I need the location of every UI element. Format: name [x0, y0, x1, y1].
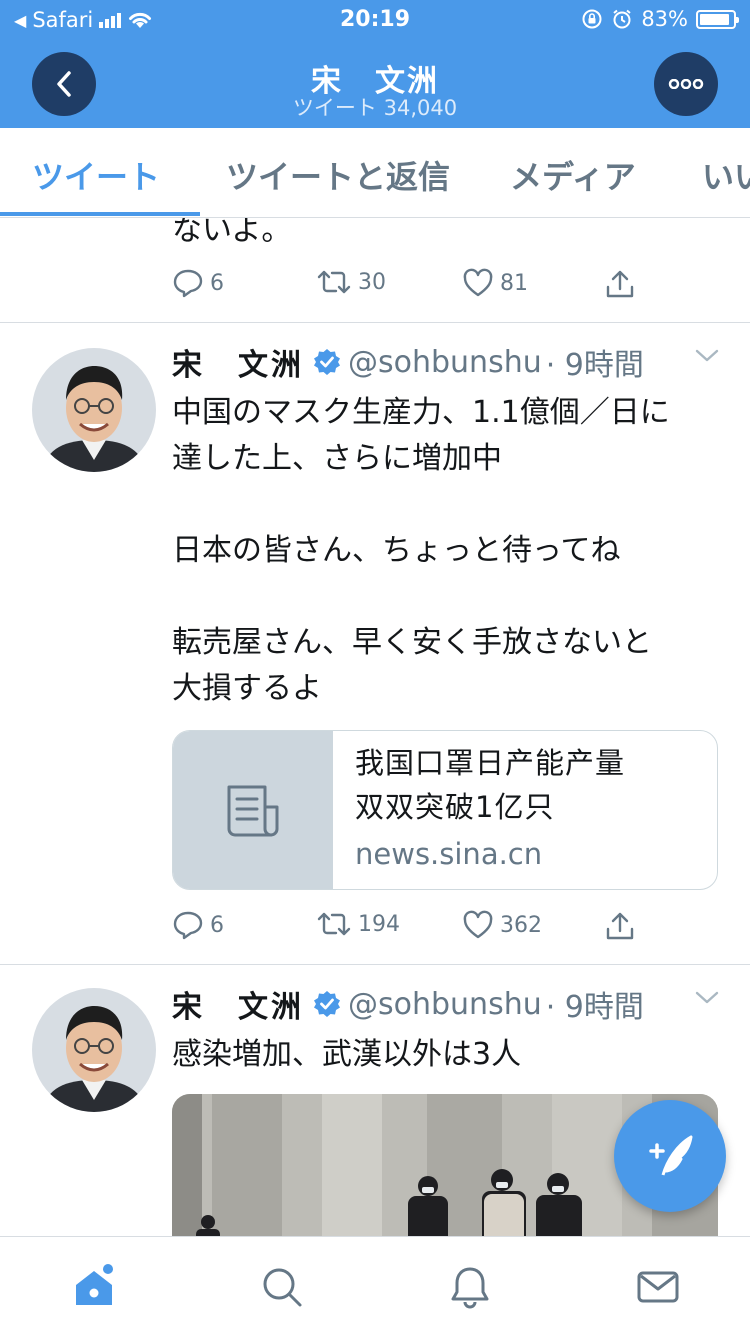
more-horizontal-icon — [668, 79, 704, 89]
like-count: 362 — [500, 912, 542, 938]
compose-tweet-icon — [649, 1135, 693, 1176]
reply-count: 6 — [210, 270, 224, 296]
tweet-count: ツイート 34,040 — [292, 96, 458, 120]
retweet-button[interactable]: 194 — [316, 910, 400, 938]
tweet-header: 宋 文洲 @sohbunshu · 9時間 — [172, 340, 720, 384]
tweet-text: ないよ。 — [172, 218, 292, 248]
tab-media[interactable]: メディア — [510, 152, 636, 198]
heart-icon — [463, 910, 493, 939]
link-card[interactable]: 我国口罩日产能产量 双双突破1亿只 news.sina.cn — [172, 730, 718, 890]
tweet-divider — [0, 322, 750, 323]
retweet-count: 30 — [358, 269, 386, 295]
avatar-photo — [32, 988, 156, 1112]
bottom-nav — [0, 1236, 750, 1334]
author-handle[interactable]: @sohbunshu — [348, 987, 542, 1022]
reply-icon — [173, 911, 203, 940]
notifications-icon — [451, 1267, 489, 1309]
retweet-count: 194 — [358, 911, 400, 937]
retweet-icon — [317, 270, 351, 294]
share-button[interactable] — [604, 910, 636, 942]
avatar[interactable] — [32, 348, 156, 472]
tab-likes[interactable]: いい — [702, 152, 750, 198]
chevron-down-icon[interactable] — [694, 990, 720, 1006]
active-tab-indicator — [0, 212, 200, 216]
battery-icon — [696, 9, 739, 29]
avatar[interactable] — [32, 988, 156, 1112]
reply-button[interactable]: 6 — [172, 268, 224, 298]
tweet-text: 中国のマスク生産力、1.1億個／日に 達した上、さらに増加中 日本の皆さん、ちょ… — [172, 395, 670, 706]
messages-icon — [637, 1271, 679, 1303]
tweet-feed[interactable]: ないよ。 6 30 81 宋 文洲 @sohbunshu · 9時間 中国のマス… — [0, 218, 750, 1236]
orientation-lock-icon — [582, 9, 602, 29]
tweet-time[interactable]: · 9時間 — [546, 340, 644, 384]
tab-tweets-and-replies[interactable]: ツイートと返信 — [226, 152, 450, 198]
reply-count: 6 — [210, 912, 224, 938]
home-icon — [76, 1264, 113, 1305]
nav-messages[interactable] — [634, 1263, 682, 1311]
article-icon — [227, 785, 279, 837]
nav-home[interactable] — [70, 1263, 118, 1311]
chevron-down-icon[interactable] — [694, 348, 720, 364]
status-right: 83% — [581, 7, 739, 31]
tweet-actions: 6 194 362 — [172, 910, 652, 950]
search-icon — [263, 1268, 302, 1307]
tweet-actions: 6 30 81 — [172, 268, 652, 308]
status-bar: ◀ Safari 20:19 83% — [0, 0, 750, 40]
alarm-icon — [613, 9, 631, 29]
share-button[interactable] — [604, 268, 636, 300]
share-icon — [606, 912, 634, 940]
verified-badge-icon — [314, 991, 340, 1017]
heart-icon — [463, 268, 493, 297]
author-name[interactable]: 宋 文洲 — [172, 340, 304, 384]
tweet-time[interactable]: · 9時間 — [546, 982, 644, 1026]
tweet-text: 感染増加、武漢以外は3人 — [172, 1037, 522, 1072]
author-name[interactable]: 宋 文洲 — [172, 982, 304, 1026]
top-bar: ◀ Safari 20:19 83% 宋 文洲 ツイート 34,040 — [0, 0, 750, 128]
like-button[interactable]: 362 — [462, 910, 542, 940]
nav-notifications[interactable] — [446, 1263, 494, 1311]
verified-badge-icon — [314, 349, 340, 375]
compose-tweet-button[interactable] — [614, 1100, 726, 1212]
author-handle[interactable]: @sohbunshu — [348, 345, 542, 380]
avatar-photo — [32, 348, 156, 472]
card-title: 我国口罩日产能产量 双双突破1亿只 — [355, 746, 626, 824]
reply-button[interactable]: 6 — [172, 910, 224, 940]
tweet-header: 宋 文洲 @sohbunshu · 9時間 — [172, 982, 720, 1026]
profile-tabs: ツイート ツイートと返信 メディア いい — [0, 128, 750, 218]
more-button[interactable] — [654, 52, 718, 116]
card-thumbnail — [173, 731, 333, 889]
battery-percent: 83% — [641, 7, 688, 31]
tweet-divider — [0, 964, 750, 965]
share-icon — [606, 270, 634, 298]
like-count: 81 — [500, 270, 528, 296]
tab-tweets[interactable]: ツイート — [32, 152, 160, 198]
like-button[interactable]: 81 — [462, 268, 528, 298]
card-domain: news.sina.cn — [355, 837, 543, 871]
nav-search[interactable] — [258, 1263, 306, 1311]
reply-icon — [173, 269, 203, 298]
retweet-button[interactable]: 30 — [316, 268, 386, 296]
retweet-icon — [317, 912, 351, 936]
